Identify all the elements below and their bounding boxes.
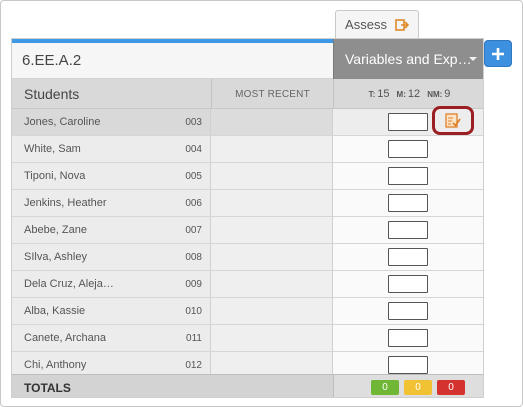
score-input[interactable] — [388, 356, 428, 374]
column-header-row: Students MOST RECENT T: 15 M: 12 NM: 9 — [12, 79, 483, 109]
student-row[interactable]: Abebe, Zane 007 — [12, 217, 483, 244]
student-name-cell[interactable]: Dela Cruz, Aleja… 009 — [12, 271, 211, 297]
score-counts-header: T: 15 M: 12 NM: 9 — [333, 79, 483, 109]
student-name: Chi, Anthony — [24, 359, 87, 371]
student-name-cell[interactable]: Jones, Caroline 003 — [12, 109, 211, 135]
score-cell — [333, 217, 483, 243]
score-input[interactable] — [388, 140, 428, 158]
tab-assess-label: Assess — [345, 17, 387, 32]
student-row[interactable]: Jenkins, Heather 006 — [12, 190, 483, 217]
tab-assess[interactable]: Assess — [335, 10, 419, 38]
export-arrow-icon — [395, 18, 409, 31]
add-button[interactable] — [484, 40, 512, 67]
totals-label: TOTALS — [24, 380, 71, 395]
student-id: 003 — [185, 116, 202, 128]
m-count-value: 12 — [407, 88, 421, 100]
student-id: 006 — [185, 197, 202, 209]
score-input[interactable] — [388, 221, 428, 239]
student-id: 005 — [185, 170, 202, 182]
student-name-cell[interactable]: Abebe, Zane 007 — [12, 217, 211, 243]
m-count-label: M: — [396, 89, 406, 99]
score-input[interactable] — [388, 113, 428, 131]
plus-icon — [492, 47, 504, 60]
student-id: 007 — [185, 224, 202, 236]
edit-checklist-icon — [445, 113, 461, 128]
student-row[interactable]: Dela Cruz, Aleja… 009 — [12, 271, 483, 298]
standard-code: 6.EE.A.2 — [22, 52, 82, 69]
caret-down-icon — [469, 57, 477, 61]
score-cell — [333, 190, 483, 216]
assessment-title: Variables and Exp… — [345, 51, 472, 67]
t-count-value: 15 — [377, 88, 390, 100]
score-cell — [333, 244, 483, 270]
most-recent-cell — [211, 190, 333, 216]
student-name-cell[interactable]: Jenkins, Heather 006 — [12, 190, 211, 216]
totals-row: TOTALS 0 0 0 — [12, 374, 483, 397]
most-recent-cell — [211, 325, 333, 351]
score-cell — [333, 298, 483, 324]
student-name-cell[interactable]: SIlva, Ashley 008 — [12, 244, 211, 270]
score-input[interactable] — [388, 302, 428, 320]
most-recent-cell — [211, 244, 333, 270]
students-header[interactable]: Students — [12, 79, 211, 109]
student-name-cell[interactable]: White, Sam 004 — [12, 136, 211, 162]
most-recent-cell — [211, 136, 333, 162]
student-name-cell[interactable]: Alba, Kassie 010 — [12, 298, 211, 324]
most-recent-cell — [211, 109, 333, 135]
student-name: Abebe, Zane — [24, 224, 87, 236]
standard-title: 6.EE.A.2 — [12, 43, 333, 79]
score-input[interactable] — [388, 275, 428, 293]
student-row[interactable]: Tiponi, Nova 005 — [12, 163, 483, 190]
student-name-cell[interactable]: Tiponi, Nova 005 — [12, 163, 211, 189]
score-input[interactable] — [388, 248, 428, 266]
most-recent-cell — [211, 163, 333, 189]
score-input[interactable] — [388, 167, 428, 185]
nm-count-label: NM: — [427, 89, 443, 99]
student-row[interactable]: Jones, Caroline 003 — [12, 106, 483, 136]
most-recent-cell — [211, 271, 333, 297]
edit-score-button[interactable] — [432, 106, 474, 135]
gradebook-grid: 6.EE.A.2 Variables and Exp… Students MOS… — [11, 38, 484, 398]
student-row[interactable]: White, Sam 004 — [12, 136, 483, 163]
student-id: 009 — [185, 278, 202, 290]
student-name: SIlva, Ashley — [24, 251, 87, 263]
student-id: 008 — [185, 251, 202, 263]
student-id: 010 — [185, 305, 202, 317]
student-row[interactable]: SIlva, Ashley 008 — [12, 244, 483, 271]
student-id: 011 — [186, 332, 202, 344]
student-name: Dela Cruz, Aleja… — [24, 278, 114, 290]
student-name: Jones, Caroline — [24, 116, 101, 128]
student-name-cell[interactable]: Canete, Archana 011 — [12, 325, 211, 351]
nm-count-value: 9 — [444, 88, 451, 100]
student-name: Tiponi, Nova — [24, 170, 86, 182]
score-cell — [333, 163, 483, 189]
most-recent-cell — [211, 217, 333, 243]
student-row[interactable]: Alba, Kassie 010 — [12, 298, 483, 325]
assessment-dropdown[interactable]: Variables and Exp… — [333, 39, 483, 79]
score-cell — [333, 106, 483, 135]
student-name: Canete, Archana — [24, 332, 106, 344]
score-cell — [333, 136, 483, 162]
most-recent-header[interactable]: MOST RECENT — [211, 79, 333, 109]
student-name: White, Sam — [24, 143, 81, 155]
student-row[interactable]: Canete, Archana 011 — [12, 325, 483, 352]
student-name: Jenkins, Heather — [24, 197, 107, 209]
yellow-total-badge: 0 — [404, 380, 432, 395]
most-recent-cell — [211, 298, 333, 324]
red-total-badge: 0 — [437, 380, 465, 395]
t-count-label: T: — [368, 89, 376, 99]
student-rows: Jones, Caroline 003 White, Sam 004 Tipon… — [12, 106, 483, 379]
score-cell — [333, 325, 483, 351]
totals-badges: 0 0 0 — [333, 375, 483, 397]
green-total-badge: 0 — [371, 380, 399, 395]
score-input[interactable] — [388, 194, 428, 212]
student-id: 004 — [185, 143, 202, 155]
score-input[interactable] — [388, 329, 428, 347]
score-cell — [333, 271, 483, 297]
student-name: Alba, Kassie — [24, 305, 86, 317]
